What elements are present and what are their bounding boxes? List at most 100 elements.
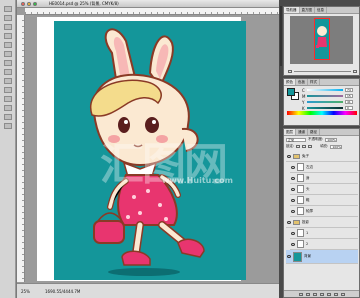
layer-2[interactable]: 2 [290, 239, 358, 250]
shape-tool-icon[interactable] [4, 105, 12, 111]
visibility-eye-icon[interactable] [291, 242, 295, 246]
opacity-label: 不透明度: [308, 137, 324, 141]
stamp-tool-icon[interactable] [4, 60, 12, 66]
color-spectrum-bar[interactable] [287, 111, 357, 115]
zoom-tool-icon[interactable] [4, 123, 12, 129]
visibility-eye-icon[interactable] [291, 165, 295, 169]
gradient-tool-icon[interactable] [4, 78, 12, 84]
black-value[interactable]: 0 [345, 106, 353, 110]
document-title: HE0014.psd @ 25% (背景, CMYK/8) [49, 0, 119, 6]
brush-tool-icon[interactable] [4, 51, 12, 57]
layer-thumbnail [297, 240, 304, 248]
right-shoe [177, 238, 205, 258]
visibility-eye-icon[interactable] [291, 209, 295, 213]
visibility-eye-icon[interactable] [291, 231, 295, 235]
visibility-eye-icon[interactable] [287, 220, 291, 224]
layer-thumbnail [297, 174, 304, 182]
zoom-out-icon[interactable] [288, 69, 292, 73]
tools-panel [0, 0, 16, 298]
tab-channels[interactable]: 通道 [296, 129, 308, 135]
layer-thumbnail [293, 251, 302, 262]
zoom-in-icon[interactable] [353, 69, 357, 73]
magenta-value[interactable]: 15 [345, 94, 353, 98]
document-info[interactable]: 1690.55/4444.7M [45, 289, 80, 294]
move-tool-icon[interactable] [4, 6, 12, 12]
visibility-eye-icon[interactable] [291, 198, 295, 202]
tab-layers[interactable]: 图层 [284, 129, 296, 135]
layer-left[interactable]: 左边 [290, 162, 358, 173]
opacity-input[interactable]: 100% [325, 137, 338, 142]
tab-styles[interactable]: 样式 [308, 79, 320, 85]
layer-thumbnail [297, 196, 304, 204]
maximize-icon[interactable] [33, 1, 37, 6]
layer-body[interactable]: 身 [290, 173, 358, 184]
visibility-eye-icon[interactable] [287, 154, 291, 158]
delete-layer-icon[interactable] [340, 292, 345, 296]
color-panel: 颜色 色板 样式 C 74 M 15 Y 41 K 0 [283, 78, 360, 126]
layer-group-rabbit[interactable]: 兔子 [286, 151, 358, 162]
handbag [93, 220, 125, 244]
fill-label: 填充: [320, 144, 329, 148]
layer-options-row: 正常 不透明度: 100% [286, 137, 338, 142]
adjustment-layer-icon[interactable] [319, 292, 324, 296]
tab-info[interactable]: 信息 [315, 7, 327, 13]
layer-thumbnail [297, 229, 304, 237]
minimize-icon[interactable] [27, 1, 31, 6]
eraser-tool-icon[interactable] [4, 69, 12, 75]
document-titlebar: HE0014.psd @ 25% (背景, CMYK/8) [17, 0, 279, 8]
marquee-tool-icon[interactable] [4, 15, 12, 21]
tab-color[interactable]: 颜色 [284, 79, 296, 85]
layer-shoes[interactable]: 鞋 [290, 195, 358, 206]
zoom-level[interactable]: 25% [17, 289, 39, 294]
new-group-icon[interactable] [326, 292, 331, 296]
hand-tool-icon[interactable] [4, 114, 12, 120]
tab-swatches[interactable]: 色板 [296, 79, 308, 85]
magic-wand-tool-icon[interactable] [4, 33, 12, 39]
blend-mode-select[interactable]: 正常 [286, 137, 306, 142]
visibility-eye-icon[interactable] [291, 187, 295, 191]
close-icon[interactable] [21, 1, 25, 6]
lock-label: 锁定: [286, 144, 295, 148]
left-shoe [121, 250, 151, 266]
type-tool-icon[interactable] [4, 96, 12, 102]
visibility-eye-icon[interactable] [291, 176, 295, 180]
layer-style-icon[interactable] [305, 292, 310, 296]
cyan-value[interactable]: 74 [345, 88, 353, 92]
layer-lock-row: 锁定: 填充: 100% [286, 144, 343, 149]
tab-navigator[interactable]: 导航器 [284, 7, 300, 13]
pen-tool-icon[interactable] [4, 87, 12, 93]
tab-paths[interactable]: 路径 [308, 129, 320, 135]
lock-position-icon[interactable] [308, 145, 313, 148]
layer-group-shadow[interactable]: 投影 [286, 217, 358, 228]
navigator-preview[interactable] [290, 16, 353, 64]
layer-mask-icon[interactable] [312, 292, 317, 296]
visibility-eye-icon[interactable] [287, 255, 291, 258]
new-layer-icon[interactable] [333, 292, 338, 296]
cyan-slider[interactable] [307, 89, 343, 91]
horizontal-ruler[interactable] [25, 8, 279, 15]
navigator-view-box[interactable] [314, 18, 330, 60]
magenta-slider[interactable] [307, 95, 343, 97]
color-row-k: K 0 [302, 106, 353, 111]
black-slider[interactable] [307, 107, 343, 109]
lock-transparency-icon[interactable] [296, 145, 301, 148]
lock-pixels-icon[interactable] [302, 145, 307, 148]
layer-1[interactable]: 1 [290, 228, 358, 239]
foreground-color-swatch[interactable] [287, 88, 295, 96]
vertical-ruler[interactable] [17, 15, 25, 282]
layer-background[interactable]: 背景 [286, 250, 358, 264]
document-status-bar: 25% 1690.55/4444.7M [17, 283, 279, 298]
yellow-value[interactable]: 41 [345, 100, 353, 104]
tab-histogram[interactable]: 直方图 [300, 7, 315, 13]
zoom-slider[interactable] [294, 70, 351, 72]
lasso-tool-icon[interactable] [4, 24, 12, 30]
layer-head[interactable]: 头 [290, 184, 358, 195]
fill-input[interactable]: 100% [330, 144, 343, 149]
folder-icon [293, 219, 300, 225]
navigator-zoom-row [288, 69, 357, 73]
yellow-slider[interactable] [307, 101, 343, 103]
crop-tool-icon[interactable] [4, 42, 12, 48]
layer-outline[interactable]: 轮廓 [290, 206, 358, 217]
layers-panel: 图层 通道 路径 正常 不透明度: 100% 锁定: 填充: 100% 兔子 左… [283, 128, 360, 298]
link-layers-icon[interactable] [298, 292, 303, 296]
